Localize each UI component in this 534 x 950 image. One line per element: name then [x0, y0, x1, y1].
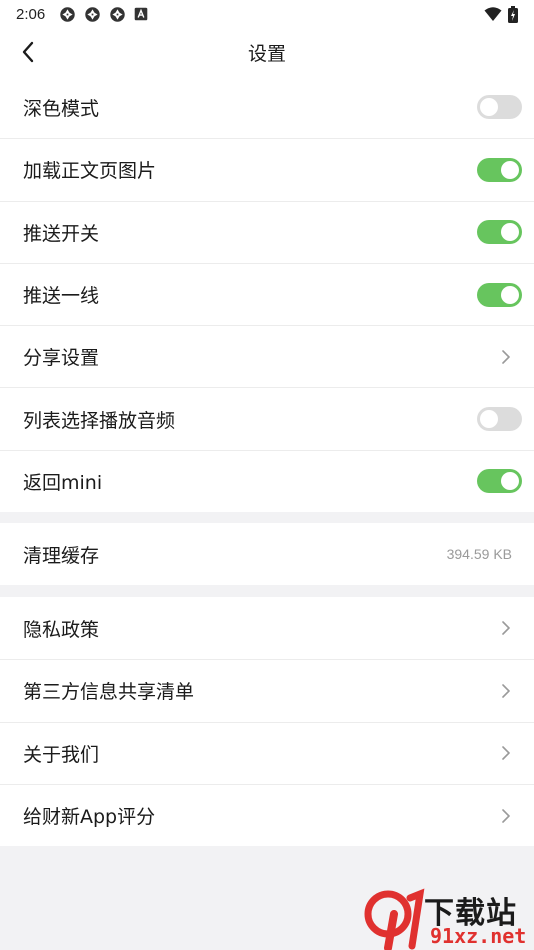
- cache-size-value: 394.59 KB: [446, 546, 512, 562]
- setting-label-third-party-list: 第三方信息共享清单: [23, 681, 195, 704]
- setting-row-dark-mode: 深色模式: [0, 76, 534, 138]
- battery-charging-icon: [508, 5, 518, 23]
- text-a-icon: [134, 7, 148, 21]
- toggle-knob: [480, 98, 498, 117]
- setting-label-back-mini: 返回mini: [23, 471, 103, 494]
- setting-row-privacy-policy[interactable]: 隐私政策: [0, 597, 534, 659]
- setting-label-push-switch: 推送开关: [23, 222, 100, 245]
- toggle-knob: [501, 223, 519, 242]
- list-audio-toggle[interactable]: [477, 407, 522, 432]
- setting-row-clear-cache[interactable]: 清理缓存 394.59 KB: [0, 523, 534, 585]
- setting-row-push-switch: 推送开关: [0, 200, 534, 263]
- watermark-logo: 下载站 91xz.net: [358, 886, 534, 950]
- setting-label-list-audio: 列表选择播放音频: [23, 409, 176, 432]
- toggle-knob: [501, 285, 519, 304]
- settings-group-preferences: 深色模式 加载正文页图片 推送开关 推送一线 分享设置 列表选择播放音频 返回m…: [0, 76, 534, 513]
- status-time: 2:06: [16, 5, 46, 23]
- setting-label-rate-app: 给财新App评分: [23, 806, 156, 829]
- setting-label-dark-mode: 深色模式: [23, 97, 100, 120]
- back-button[interactable]: [12, 36, 44, 68]
- chevron-right-icon: [498, 681, 514, 701]
- toggle-knob: [480, 410, 498, 429]
- push-frontline-toggle[interactable]: [477, 282, 522, 307]
- chevron-left-icon: [22, 41, 34, 63]
- setting-label-push-frontline: 推送一线: [23, 285, 100, 308]
- app-notification-icon: [110, 6, 125, 22]
- app-notification-icon: [60, 6, 75, 22]
- chevron-right-icon: [498, 806, 514, 826]
- setting-row-about-us[interactable]: 关于我们: [0, 721, 534, 784]
- back-mini-toggle[interactable]: [477, 469, 522, 494]
- setting-label-privacy-policy: 隐私政策: [23, 618, 100, 641]
- setting-row-third-party-list[interactable]: 第三方信息共享清单: [0, 659, 534, 721]
- header: 设置: [0, 28, 534, 76]
- toggle-knob: [501, 160, 519, 179]
- settings-group-about: 隐私政策 第三方信息共享清单 关于我们 给财新App评分: [0, 597, 534, 847]
- chevron-right-icon: [498, 347, 514, 367]
- chevron-right-icon: [498, 743, 514, 763]
- dark-mode-toggle[interactable]: [477, 95, 522, 120]
- push-switch-toggle[interactable]: [477, 220, 522, 245]
- settings-group-cache: 清理缓存 394.59 KB: [0, 523, 534, 585]
- toggle-knob: [501, 472, 519, 491]
- setting-label-about-us: 关于我们: [23, 743, 100, 766]
- setting-row-back-mini: 返回mini: [0, 449, 534, 512]
- page-title: 设置: [247, 42, 286, 65]
- setting-row-load-images: 加载正文页图片: [0, 138, 534, 200]
- setting-label-clear-cache: 清理缓存: [23, 544, 100, 567]
- setting-label-load-images: 加载正文页图片: [23, 160, 157, 183]
- settings-screen: 2:06 设置 深色模式 加载正文页图片 推送开关 推送一线 分享设置 列表选择…: [0, 0, 534, 950]
- status-bar: 2:06: [0, 0, 534, 28]
- chevron-right-icon: [498, 618, 514, 638]
- setting-row-share-settings[interactable]: 分享设置: [0, 325, 534, 387]
- setting-row-list-audio: 列表选择播放音频: [0, 387, 534, 449]
- setting-row-push-frontline: 推送一线: [0, 262, 534, 325]
- wifi-icon: [484, 7, 502, 21]
- load-images-toggle[interactable]: [477, 157, 522, 182]
- app-notification-icon: [85, 6, 100, 22]
- status-bar-right: [484, 5, 518, 23]
- setting-label-share-settings: 分享设置: [23, 347, 100, 370]
- status-bar-left: 2:06: [16, 6, 148, 23]
- setting-row-rate-app[interactable]: 给财新App评分: [0, 783, 534, 846]
- watermark-url: 91xz.net: [430, 924, 527, 948]
